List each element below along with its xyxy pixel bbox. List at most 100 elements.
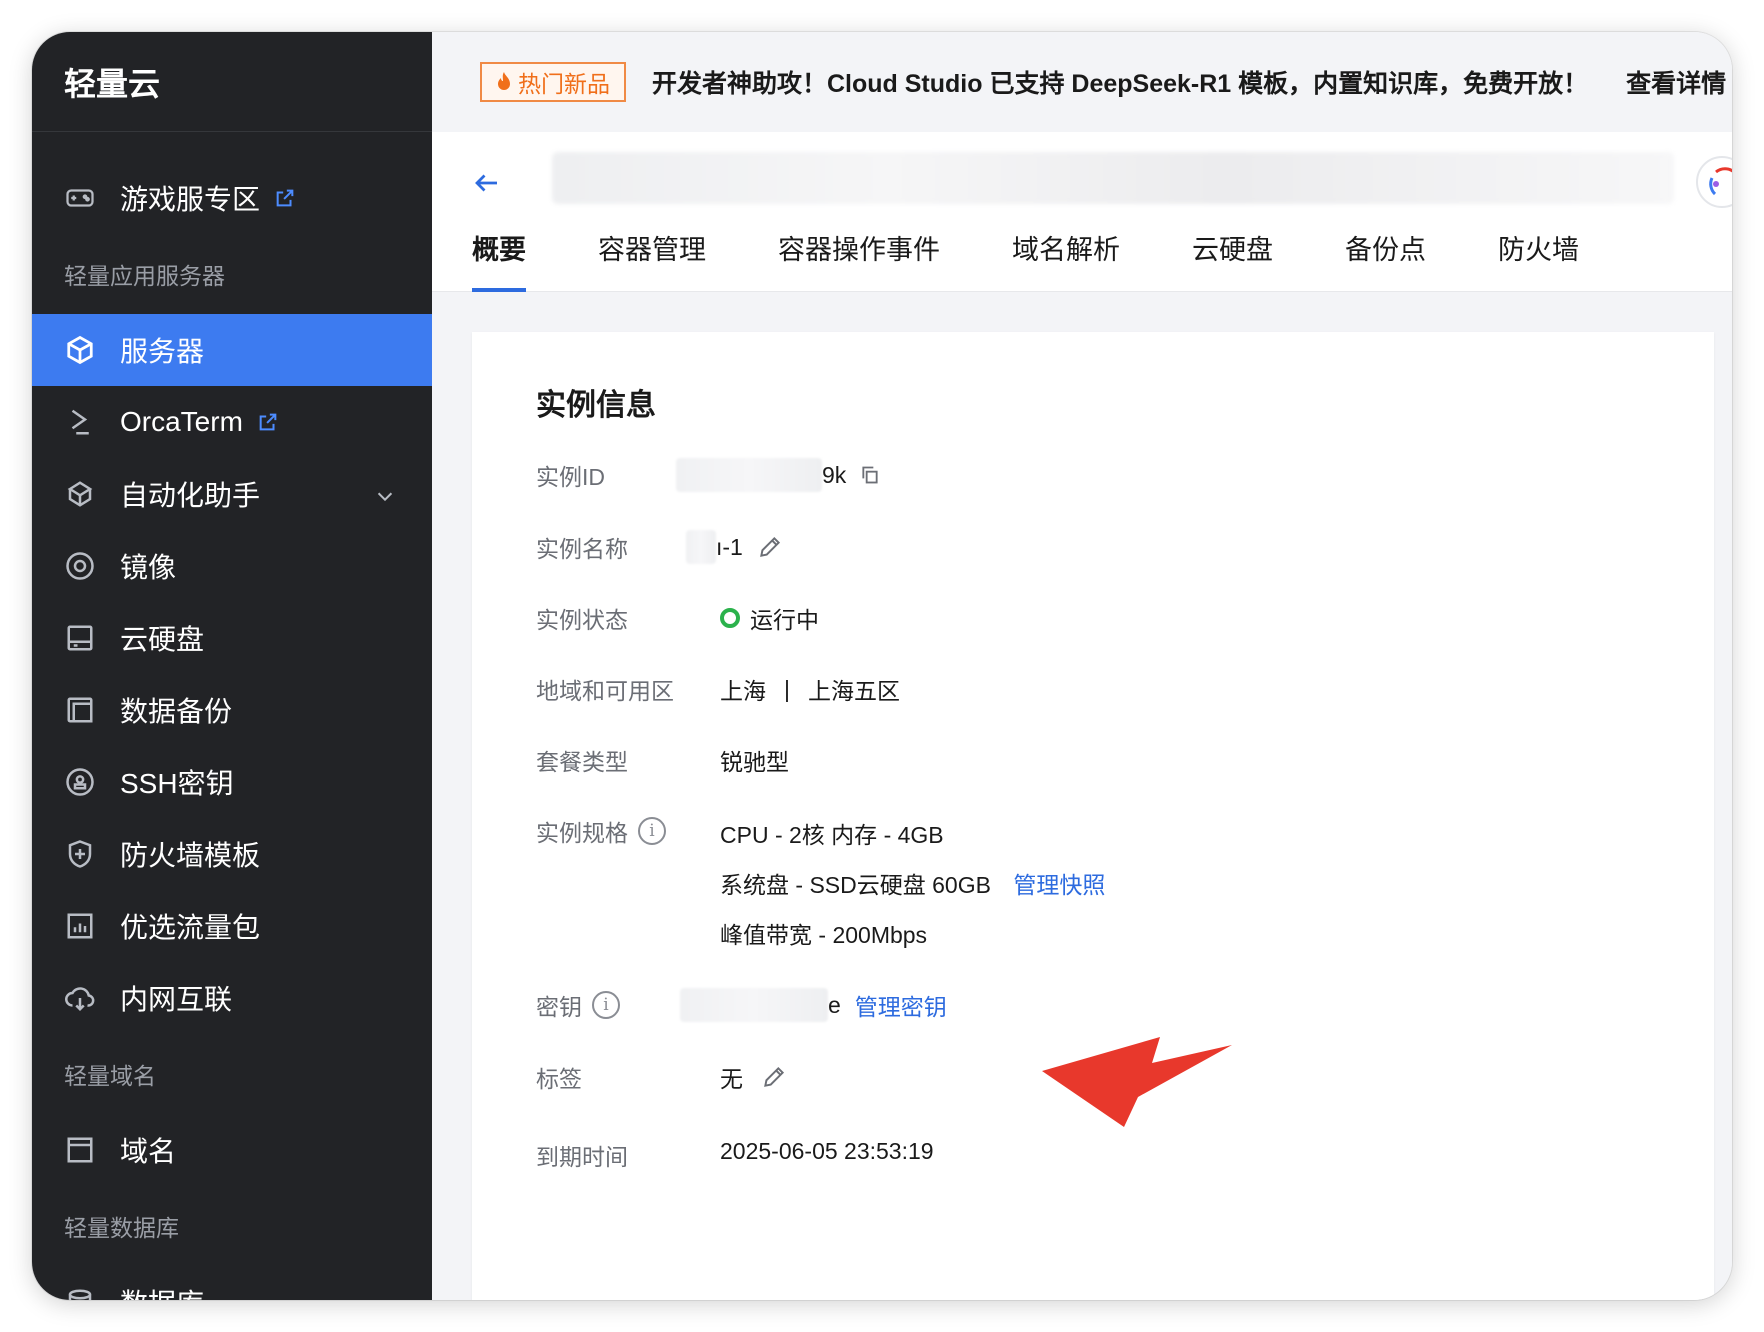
spec-cpu-memory: CPU - 2核 内存 - 4GB [720, 822, 944, 848]
info-icon[interactable]: i [638, 817, 666, 845]
card-title: 实例信息 [536, 389, 656, 422]
brand-title: 轻量云 [32, 32, 432, 132]
region-text: 上海 [720, 678, 766, 704]
sidebar-item-orcaterm[interactable]: OrcaTerm [32, 386, 432, 458]
sidebar-item-images[interactable]: 镜像 [32, 530, 432, 602]
sidebar-item-automation[interactable]: 自动化助手 [32, 458, 432, 530]
banner-text[interactable]: 开发者神助攻！Cloud Studio 已支持 DeepSeek-R1 模板，内… [652, 64, 1588, 100]
sidebar-item-label: 防火墙模板 [120, 840, 261, 871]
sidebar-item-firewall-templates[interactable]: 防火墙模板 [32, 818, 432, 890]
instance-info-card: 实例信息 实例ID 9k 实例名称 ı-1 实例状态 运行中 地域和可用区 上海… [472, 332, 1714, 1300]
sidebar-item-label: 游戏服专区 [120, 184, 261, 215]
cube-icon [64, 334, 96, 366]
app-window: 轻量云 游戏服专区 轻量应用服务器 服务器 OrcaTerm 自动化助手 镜像 … [32, 32, 1732, 1300]
tags-value: 无 [720, 1060, 787, 1094]
sidebar-nav: 游戏服专区 轻量应用服务器 服务器 OrcaTerm 自动化助手 镜像 云硬盘 … [32, 132, 432, 1300]
assistant-avatar[interactable] [1696, 156, 1732, 208]
sidebar-item-servers[interactable]: 服务器 [32, 314, 432, 386]
sidebar-group-lighthouse: 轻量应用服务器 [64, 263, 225, 289]
robot-icon [64, 478, 96, 510]
info-icon[interactable]: i [592, 991, 620, 1019]
expire-value: 2025-06-05 23:53:19 [720, 1138, 934, 1164]
instance-title-redacted [552, 152, 1674, 204]
key-suffix: e [828, 991, 841, 1018]
instance-status-value: 运行中 [720, 601, 819, 635]
hot-badge: 热门新品 [480, 62, 626, 102]
sidebar-item-traffic-packages[interactable]: 优选流量包 [32, 890, 432, 962]
database-icon [64, 1286, 96, 1300]
terminal-icon [64, 406, 96, 438]
instance-spec-label: 实例规格 i [536, 814, 666, 848]
tab-bar: 概要 容器管理 容器操作事件 域名解析 云硬盘 备份点 防火墙 [432, 228, 1732, 292]
tab-container-events[interactable]: 容器操作事件 [778, 228, 940, 292]
sidebar-item-label: 内网互联 [120, 984, 233, 1015]
sidebar-item-label: OrcaTerm [120, 406, 243, 437]
chevron-down-icon[interactable] [374, 482, 396, 514]
key-label-text: 密钥 [536, 994, 582, 1020]
tags-label: 标签 [536, 1066, 582, 1092]
running-status-icon [720, 608, 740, 628]
instance-header: 概要 容器管理 容器操作事件 域名解析 云硬盘 备份点 防火墙 [432, 132, 1732, 292]
spec-label-text: 实例规格 [536, 820, 628, 846]
spec-system-disk: 系统盘 - SSD云硬盘 60GB 管理快照 [720, 866, 1105, 900]
gamepad-icon [64, 182, 96, 214]
edit-pencil-icon[interactable] [757, 534, 783, 560]
backup-icon [64, 694, 96, 726]
sidebar-item-database[interactable]: 数据库 [32, 1266, 432, 1300]
sidebar-group-database: 轻量数据库 [64, 1215, 179, 1241]
flame-icon [496, 72, 512, 92]
disk-icon [64, 622, 96, 654]
plan-type-label: 套餐类型 [536, 749, 628, 775]
back-arrow-icon[interactable] [472, 168, 502, 203]
status-text: 运行中 [750, 607, 819, 633]
tab-containers[interactable]: 容器管理 [598, 228, 706, 292]
instance-id-label: 实例ID [536, 464, 605, 490]
instance-name-value: ı-1 [686, 530, 783, 564]
tab-firewall[interactable]: 防火墙 [1498, 228, 1579, 292]
key-value: e 管理密钥 [680, 988, 947, 1022]
sidebar-item-label: 服务器 [120, 336, 205, 367]
manage-snapshots-link[interactable]: 管理快照 [1013, 872, 1105, 898]
instance-name-suffix: ı-1 [716, 533, 743, 560]
sidebar-item-ssh-keys[interactable]: SSH密钥 [32, 746, 432, 818]
sidebar-item-label: 自动化助手 [120, 480, 261, 511]
tab-backups[interactable]: 备份点 [1345, 228, 1426, 292]
external-link-icon [257, 411, 279, 433]
sidebar-item-backup[interactable]: 数据备份 [32, 674, 432, 746]
disc-icon [64, 550, 96, 582]
key-label: 密钥 i [536, 988, 620, 1022]
domain-icon [64, 1134, 96, 1166]
sidebar: 轻量云 游戏服专区 轻量应用服务器 服务器 OrcaTerm 自动化助手 镜像 … [32, 32, 432, 1300]
system-disk-text: 系统盘 - SSD云硬盘 60GB [720, 872, 991, 898]
sidebar-item-label: 镜像 [120, 552, 177, 583]
sidebar-item-label: 优选流量包 [120, 912, 261, 943]
instance-status-label: 实例状态 [536, 607, 628, 633]
shield-icon [64, 838, 96, 870]
sidebar-item-label: SSH密钥 [120, 768, 234, 799]
annotation-arrow-icon [1042, 1037, 1232, 1127]
instance-id-suffix: 9k [822, 461, 847, 488]
sidebar-item-domains[interactable]: 域名 [32, 1114, 432, 1186]
banner-more-link[interactable]: 查看详情 [1626, 64, 1726, 100]
copy-icon[interactable] [860, 465, 880, 485]
tags-text: 无 [720, 1066, 743, 1092]
tab-overview[interactable]: 概要 [472, 228, 526, 292]
sidebar-item-label: 域名 [120, 1136, 177, 1167]
key-icon [64, 766, 96, 798]
sidebar-item-label: 云硬盘 [120, 624, 205, 655]
sidebar-item-cloud-disks[interactable]: 云硬盘 [32, 602, 432, 674]
tab-dns[interactable]: 域名解析 [1012, 228, 1120, 292]
promo-banner[interactable]: 热门新品 开发者神助攻！Cloud Studio 已支持 DeepSeek-R1… [432, 32, 1732, 132]
region-separator: | [784, 675, 790, 702]
network-icon [64, 982, 96, 1014]
sidebar-item-game-servers[interactable]: 游戏服专区 [32, 162, 432, 234]
sidebar-item-private-network[interactable]: 内网互联 [32, 962, 432, 1034]
redacted-block [686, 530, 716, 564]
hot-badge-label: 热门新品 [518, 71, 610, 97]
manage-keys-link[interactable]: 管理密钥 [855, 988, 947, 1022]
tab-cloud-disks[interactable]: 云硬盘 [1192, 228, 1273, 292]
traffic-icon [64, 910, 96, 942]
expire-label: 到期时间 [536, 1144, 628, 1170]
edit-pencil-icon[interactable] [761, 1064, 787, 1090]
redacted-block [676, 458, 822, 492]
